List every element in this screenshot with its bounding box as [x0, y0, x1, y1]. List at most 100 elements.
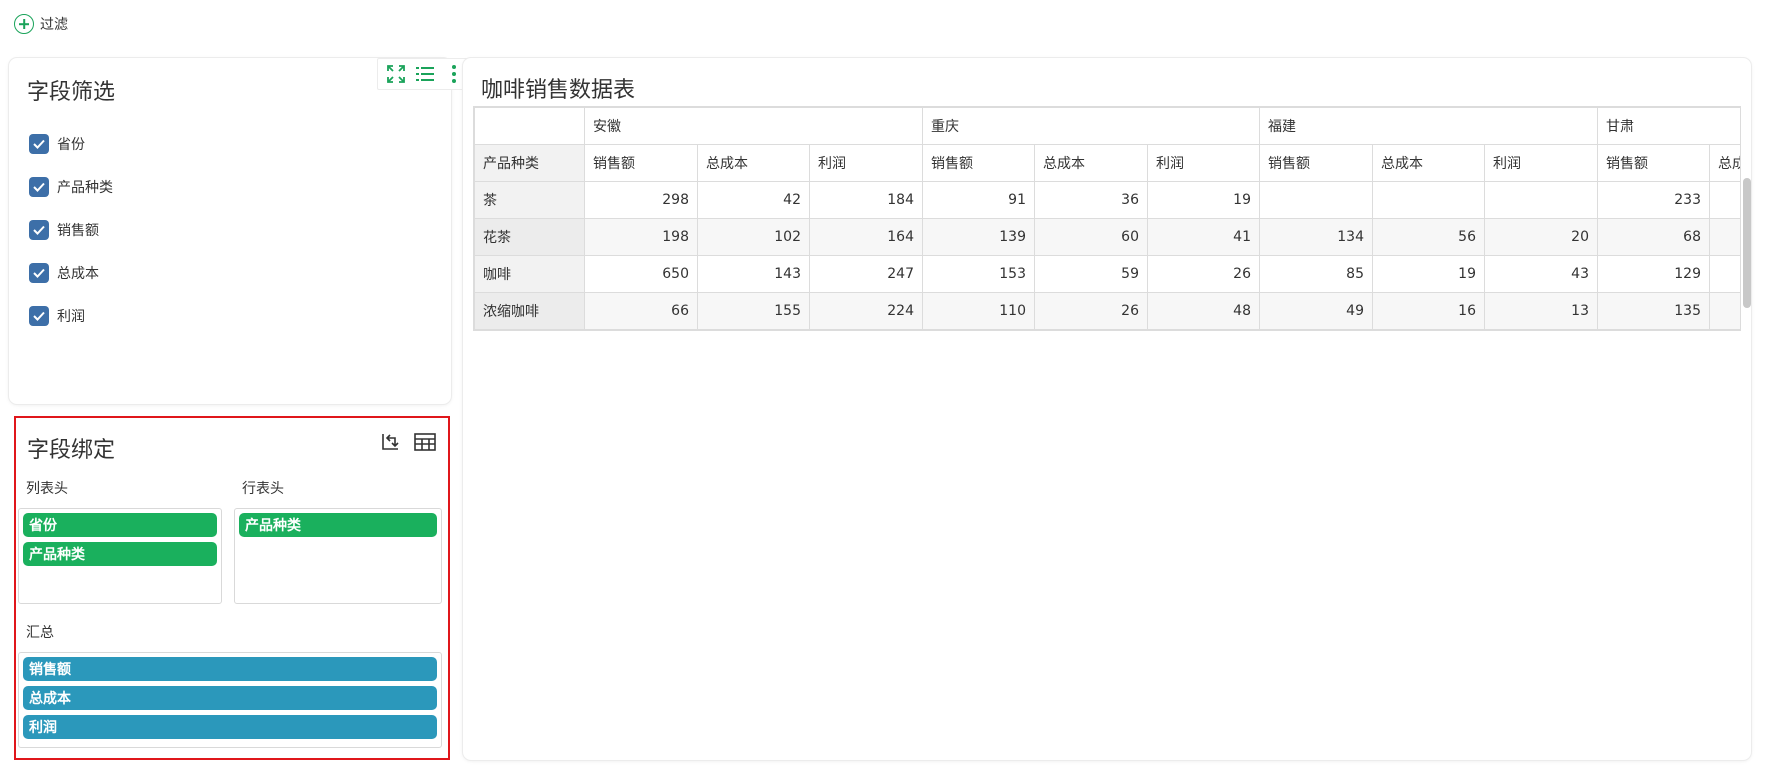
more-vertical-icon[interactable] [443, 63, 465, 85]
table-row: 浓缩咖啡 66 155 224 110 26 48 49 16 13 135 [474, 292, 1740, 330]
measure-header: 销售额 [1597, 144, 1710, 182]
measure-header: 总成本 [1034, 144, 1148, 182]
table-cell: 298 [584, 181, 698, 219]
table-cell: 26 [1147, 255, 1260, 293]
expand-icon[interactable] [385, 63, 407, 85]
table-cell: 68 [1597, 218, 1710, 256]
summary-field-pill[interactable]: 总成本 [23, 686, 437, 710]
province-header: 甘肃 [1597, 107, 1740, 145]
column-header-label: 列表头 [26, 481, 68, 497]
field-binding-panel: 字段绑定 列表头 行表头 省份 产品种类 产品种类 汇总 销售额 总成本 利润 [14, 416, 450, 760]
checkbox-checked-icon[interactable] [29, 133, 49, 154]
pivot-table: 安徽 重庆 福建 甘肃 产品种类 销售额 总成本 利润 销售额 总成本 利润 销… [474, 107, 1740, 330]
checkbox-label: 销售额 [57, 222, 99, 239]
measure-header: 销售额 [1259, 144, 1373, 182]
checkbox-checked-icon[interactable] [29, 176, 49, 197]
measure-header: 销售额 [584, 144, 698, 182]
checkbox-item[interactable]: 利润 [29, 294, 113, 337]
table-cell: 164 [809, 218, 923, 256]
table-cell: 60 [1034, 218, 1148, 256]
checkbox-checked-icon[interactable] [29, 219, 49, 240]
row-label: 花茶 [474, 218, 585, 256]
table-cell: 153 [922, 255, 1035, 293]
binding-toolbar [380, 432, 436, 456]
measure-header: 总成本 [1372, 144, 1485, 182]
table-cell: 135 [1597, 292, 1710, 330]
summary-label: 汇总 [26, 625, 54, 641]
table-cell: 85 [1259, 255, 1373, 293]
measure-header: 利润 [1147, 144, 1260, 182]
swap-axes-icon[interactable] [380, 432, 400, 456]
pivot-table-container[interactable]: 安徽 重庆 福建 甘肃 产品种类 销售额 总成本 利润 销售额 总成本 利润 销… [473, 106, 1741, 331]
field-filter-title: 字段筛选 [27, 80, 116, 105]
table-cell: 650 [584, 255, 698, 293]
row-header-dropzone[interactable]: 产品种类 [234, 508, 442, 604]
table-cell: 49 [1259, 292, 1373, 330]
table-cell: 91 [922, 181, 1035, 219]
row-header-label: 行表头 [242, 481, 284, 497]
checkbox-item[interactable]: 产品种类 [29, 165, 113, 208]
table-row: 咖啡 650 143 247 153 59 26 85 19 43 129 [474, 255, 1740, 293]
checkbox-item[interactable]: 销售额 [29, 208, 113, 251]
table-cell: 20 [1484, 218, 1598, 256]
checkbox-label: 总成本 [57, 265, 99, 282]
checkbox-label: 省份 [57, 136, 85, 153]
table-cell [1709, 255, 1740, 293]
measure-header: 总成本 [697, 144, 810, 182]
panel-toolbar [377, 58, 473, 90]
checkbox-label: 利润 [57, 308, 85, 325]
corner-cell [474, 107, 585, 145]
column-field-pill[interactable]: 省份 [23, 513, 217, 537]
row-header-title: 产品种类 [474, 144, 585, 182]
table-cell: 48 [1147, 292, 1260, 330]
summary-field-pill[interactable]: 销售额 [23, 657, 437, 681]
add-filter-button[interactable]: 过滤 [14, 14, 68, 34]
summary-field-pill[interactable]: 利润 [23, 715, 437, 739]
column-field-pill[interactable]: 产品种类 [23, 542, 217, 566]
table-cell: 110 [922, 292, 1035, 330]
province-header: 安徽 [584, 107, 923, 145]
field-checkbox-list: 省份 产品种类 销售额 总成本 利润 [29, 122, 113, 337]
checkbox-checked-icon[interactable] [29, 262, 49, 283]
list-icon[interactable] [414, 63, 436, 85]
table-row: 茶 298 42 184 91 36 19 233 [474, 181, 1740, 219]
table-cell: 102 [697, 218, 810, 256]
table-cell: 19 [1147, 181, 1260, 219]
table-cell [1709, 292, 1740, 330]
row-label: 咖啡 [474, 255, 585, 293]
measure-header: 销售额 [922, 144, 1035, 182]
table-cell: 16 [1372, 292, 1485, 330]
checkbox-checked-icon[interactable] [29, 305, 49, 326]
province-header: 重庆 [922, 107, 1260, 145]
summary-dropzone[interactable]: 销售额 总成本 利润 [18, 652, 442, 748]
row-label: 茶 [474, 181, 585, 219]
table-icon[interactable] [414, 432, 436, 456]
field-binding-title: 字段绑定 [27, 438, 116, 463]
table-cell: 198 [584, 218, 698, 256]
table-cell: 155 [697, 292, 810, 330]
table-row: 花茶 198 102 164 139 60 41 134 56 20 68 [474, 218, 1740, 256]
table-cell: 129 [1597, 255, 1710, 293]
table-cell: 13 [1484, 292, 1598, 330]
measure-header: 利润 [1484, 144, 1598, 182]
table-cell: 42 [697, 181, 810, 219]
sales-table-panel: 咖啡销售数据表 安徽 重庆 福建 甘肃 产品种类 销售额 总成本 利润 销售额 … [463, 58, 1751, 760]
table-cell [1709, 218, 1740, 256]
checkbox-label: 产品种类 [57, 179, 113, 196]
checkbox-item[interactable]: 总成本 [29, 251, 113, 294]
row-field-pill[interactable]: 产品种类 [239, 513, 437, 537]
table-cell: 43 [1484, 255, 1598, 293]
checkbox-item[interactable]: 省份 [29, 122, 113, 165]
table-cell: 19 [1372, 255, 1485, 293]
sales-table-title: 咖啡销售数据表 [481, 78, 636, 103]
table-cell: 41 [1147, 218, 1260, 256]
table-cell: 247 [809, 255, 923, 293]
table-cell: 143 [697, 255, 810, 293]
province-header: 福建 [1259, 107, 1598, 145]
column-header-dropzone[interactable]: 省份 产品种类 [18, 508, 222, 604]
vertical-scrollbar[interactable] [1743, 178, 1751, 308]
table-cell: 134 [1259, 218, 1373, 256]
plus-circle-icon [14, 14, 34, 34]
row-label: 浓缩咖啡 [474, 292, 585, 330]
table-cell: 26 [1034, 292, 1148, 330]
